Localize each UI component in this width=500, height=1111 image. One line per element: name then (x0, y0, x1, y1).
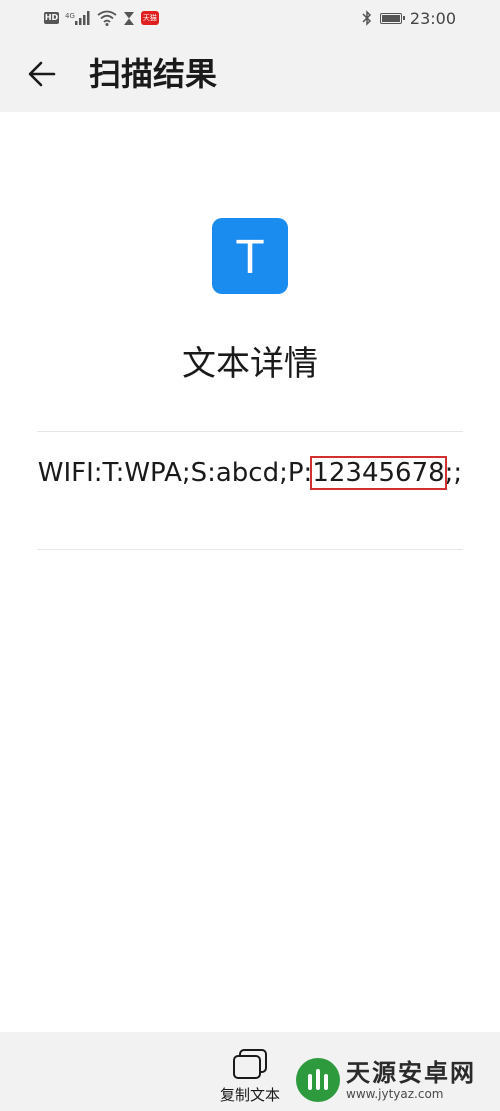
result-text-suffix: ;; (444, 458, 463, 488)
wifi-icon (97, 10, 117, 26)
title-bar: 扫描结果 (0, 36, 500, 112)
watermark: 天源安卓网 www.jytyaz.com (296, 1051, 492, 1109)
status-bar: HD 4G 天猫 23:00 (0, 0, 500, 36)
watermark-text: 天源安卓网 www.jytyaz.com (346, 1059, 476, 1101)
hourglass-icon (123, 11, 134, 25)
copy-icon (233, 1049, 267, 1079)
back-button[interactable] (22, 54, 62, 94)
password-highlight: 12345678 (310, 456, 447, 490)
app-badge-icon: 天猫 (140, 11, 159, 25)
copy-text-label: 复制文本 (219, 1086, 280, 1104)
detail-heading: 文本详情 (182, 344, 318, 384)
text-type-letter: T (235, 231, 264, 284)
copy-text-button[interactable]: 复制文本 (205, 1044, 295, 1106)
signal-icon: 4G (65, 11, 91, 25)
hd-icon: HD (44, 12, 59, 24)
scan-result-text[interactable]: WIFI:T:WPA;S:abcd;P:12345678;; (37, 454, 463, 492)
status-time: 23:00 (409, 8, 456, 28)
status-left-group: HD 4G 天猫 (44, 8, 159, 28)
watermark-logo-icon (296, 1058, 340, 1102)
status-right-group: 23:00 (362, 8, 456, 28)
battery-icon (379, 12, 405, 24)
arrow-left-icon (28, 61, 56, 87)
text-type-icon: T (212, 218, 288, 294)
watermark-name: 天源安卓网 (346, 1059, 476, 1087)
divider (37, 431, 463, 432)
network-type-label: 4G (65, 12, 75, 20)
watermark-url: www.jytyaz.com (346, 1087, 444, 1101)
result-text-prefix: WIFI:T:WPA;S:abcd;P: (37, 458, 313, 488)
page-title: 扫描结果 (89, 55, 218, 93)
bluetooth-icon (362, 10, 371, 26)
divider (37, 549, 463, 550)
